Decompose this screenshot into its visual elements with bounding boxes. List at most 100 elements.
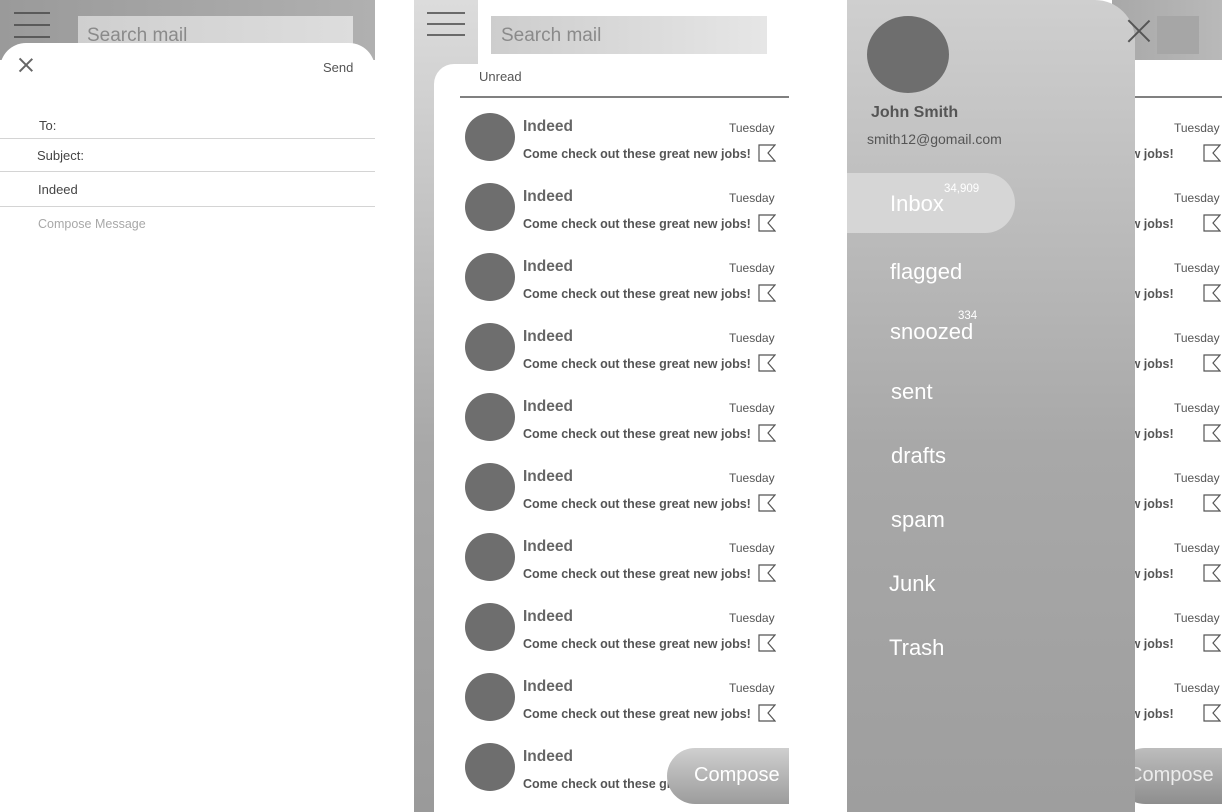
- email-subject: Come check out these great new jobs!: [523, 147, 751, 161]
- flag-icon[interactable]: [758, 424, 776, 442]
- email-date: Tuesday: [1174, 541, 1220, 555]
- avatar: [465, 183, 515, 231]
- close-icon[interactable]: [18, 57, 34, 73]
- folder-inbox[interactable]: Inbox: [890, 191, 944, 217]
- user-email: smith12@gomail.com: [867, 131, 1002, 147]
- avatar: [465, 253, 515, 301]
- email-date: Tuesday: [729, 681, 775, 695]
- email-subject: Come check out these great new jobs!: [523, 567, 751, 581]
- compose-button[interactable]: Compose: [667, 748, 789, 804]
- email-sender: Indeed: [523, 328, 573, 345]
- email-subject: Come check out these great new jobs!: [523, 427, 751, 441]
- email-sender: Indeed: [523, 608, 573, 625]
- snoozed-count: 334: [958, 310, 978, 322]
- user-name: John Smith: [871, 104, 959, 121]
- flag-icon[interactable]: [758, 634, 776, 652]
- flag-icon[interactable]: [758, 564, 776, 582]
- subject-label: Subject:: [37, 148, 84, 163]
- folder-spam[interactable]: spam: [891, 507, 945, 533]
- email-sender: Indeed: [523, 118, 573, 135]
- avatar[interactable]: [867, 16, 949, 93]
- message-body-input[interactable]: Compose Message: [38, 217, 146, 231]
- flag-icon: [1203, 144, 1221, 162]
- flag-icon[interactable]: [758, 214, 776, 232]
- avatar: [465, 323, 515, 371]
- list-item[interactable]: Indeed Tuesday Come check out these grea…: [464, 253, 784, 323]
- flag-icon[interactable]: [758, 284, 776, 302]
- send-button[interactable]: Send: [323, 60, 353, 75]
- email-subject: Come check out these great new jobs!: [523, 497, 751, 511]
- email-sender: Indeed: [523, 748, 573, 765]
- avatar: [465, 393, 515, 441]
- email-date: Tuesday: [729, 261, 775, 275]
- inbox-unread-count: 34,909: [944, 183, 980, 195]
- search-input[interactable]: Search mail: [491, 16, 767, 54]
- folder-sent[interactable]: sent: [891, 379, 933, 405]
- email-date: Tuesday: [1174, 331, 1220, 345]
- flag-icon: [1203, 564, 1221, 582]
- folder-trash[interactable]: Trash: [889, 635, 944, 661]
- hamburger-menu-icon[interactable]: [414, 0, 478, 50]
- email-sender: Indeed: [523, 258, 573, 275]
- email-date: Tuesday: [1174, 681, 1220, 695]
- flag-icon[interactable]: [758, 494, 776, 512]
- list-item[interactable]: Indeed Tuesday Come check out these grea…: [464, 323, 784, 393]
- avatar: [465, 673, 515, 721]
- email-date: Tuesday: [1174, 191, 1220, 205]
- avatar: [465, 533, 515, 581]
- folder-drafts[interactable]: drafts: [891, 443, 946, 469]
- folder-flagged[interactable]: flagged: [890, 259, 962, 285]
- flag-icon: [1203, 494, 1221, 512]
- subject-field[interactable]: Subject:: [0, 148, 375, 172]
- email-date: Tuesday: [1174, 471, 1220, 485]
- email-date: Tuesday: [729, 541, 775, 555]
- inbox-screen: Search mail Unread Indeed Tuesday Come c…: [414, 0, 847, 812]
- tab-unread[interactable]: Unread: [479, 69, 522, 84]
- list-item[interactable]: Indeed Tuesday Come check out these grea…: [464, 603, 784, 673]
- email-sender: Indeed: [523, 678, 573, 695]
- folder-snoozed[interactable]: snoozed: [890, 319, 973, 345]
- list-item[interactable]: Indeed Tuesday Come check out these grea…: [464, 463, 784, 533]
- email-date: Tuesday: [729, 611, 775, 625]
- email-subject: Come check out these great new jobs!: [523, 287, 751, 301]
- close-icon[interactable]: [1128, 20, 1150, 42]
- email-sender: Indeed: [523, 468, 573, 485]
- flag-icon[interactable]: [758, 144, 776, 162]
- email-date: Tuesday: [729, 121, 775, 135]
- navigation-drawer-screen: Tuesday new jobs! Tuesday new jobs! Tues…: [847, 0, 1222, 812]
- flag-icon: [1203, 214, 1221, 232]
- email-date: Tuesday: [1174, 611, 1220, 625]
- list-item[interactable]: Indeed Tuesday Come check out these grea…: [464, 533, 784, 603]
- email-subject: Come check out these great new jobs!: [523, 637, 751, 651]
- email-subject: Come check out these great new jobs!: [523, 357, 751, 371]
- list-item[interactable]: Indeed Tuesday Come check out these grea…: [464, 393, 784, 463]
- background-search-input: [1157, 16, 1199, 54]
- flag-icon[interactable]: [758, 704, 776, 722]
- list-item[interactable]: Indeed Tuesday Come check out these grea…: [464, 113, 784, 183]
- flag-icon: [1203, 424, 1221, 442]
- flag-icon[interactable]: [758, 354, 776, 372]
- email-sender: Indeed: [523, 538, 573, 555]
- email-date: Tuesday: [1174, 261, 1220, 275]
- list-item[interactable]: Indeed Tuesday Come check out these grea…: [464, 673, 784, 743]
- email-date: Tuesday: [1174, 401, 1220, 415]
- from-field[interactable]: Indeed: [0, 182, 375, 207]
- email-subject: Come check out these gre: [523, 777, 679, 791]
- flag-icon: [1203, 354, 1221, 372]
- avatar: [465, 463, 515, 511]
- email-sender: Indeed: [523, 398, 573, 415]
- email-date: Tuesday: [729, 471, 775, 485]
- folder-junk[interactable]: Junk: [889, 571, 935, 597]
- to-label: To:: [39, 118, 57, 133]
- flag-icon: [1203, 284, 1221, 302]
- from-value: Indeed: [38, 182, 78, 197]
- email-sender: Indeed: [523, 188, 573, 205]
- to-field[interactable]: To:: [0, 118, 375, 139]
- email-date: Tuesday: [729, 401, 775, 415]
- navigation-drawer: John Smith smith12@gomail.com Inbox 34,9…: [847, 0, 1135, 812]
- compose-screen: Search mail Send To: Subject: Indeed Com…: [0, 0, 375, 812]
- tab-underline: [460, 96, 789, 98]
- flag-icon: [1203, 634, 1221, 652]
- list-item[interactable]: Indeed Tuesday Come check out these grea…: [464, 183, 784, 253]
- avatar: [465, 743, 515, 791]
